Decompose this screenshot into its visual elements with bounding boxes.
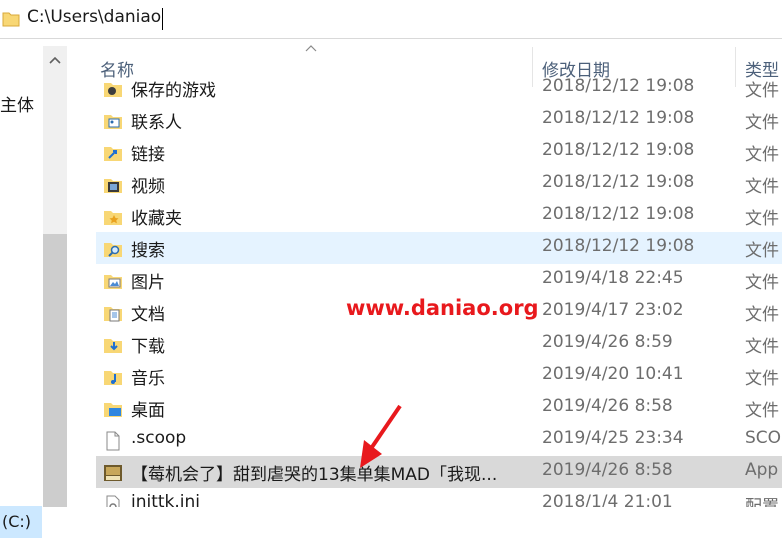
video-file-icon xyxy=(104,465,122,481)
file-name: 搜索 xyxy=(131,241,165,261)
ini-file-icon xyxy=(106,495,120,507)
list-item[interactable]: 视频 2018/12/12 19:08 文件 xyxy=(96,168,782,200)
file-name: 视频 xyxy=(131,177,165,197)
pictures-folder-icon xyxy=(104,275,122,289)
file-name: 图片 xyxy=(131,273,165,293)
file-type: 文件 xyxy=(745,337,779,357)
file-date: 2019/4/18 22:45 xyxy=(542,268,684,288)
list-item[interactable]: 搜索 2018/12/12 19:08 文件 xyxy=(96,232,782,264)
file-date: 2018/12/12 19:08 xyxy=(542,204,695,224)
file-type: App xyxy=(745,460,779,480)
file-date: 2019/4/20 10:41 xyxy=(542,364,684,384)
downloads-folder-icon xyxy=(104,339,122,353)
text-caret xyxy=(162,8,163,30)
saved-games-folder-icon xyxy=(104,83,122,97)
file-type: 文件 xyxy=(745,305,779,325)
searches-folder-icon xyxy=(104,243,122,257)
file-type: 文件 xyxy=(745,273,779,293)
file-type: 文件 xyxy=(745,401,779,421)
list-item[interactable]: 保存的游戏 2018/12/12 19:08 文件 xyxy=(96,72,782,104)
navigation-pane: 主体 (C:) xyxy=(0,39,70,538)
file-name: 文档 xyxy=(131,305,165,325)
file-date: 2018/12/12 19:08 xyxy=(542,108,695,128)
videos-folder-icon xyxy=(104,179,122,193)
list-item[interactable]: 收藏夹 2018/12/12 19:08 文件 xyxy=(96,200,782,232)
file-date: 2019/4/26 8:58 xyxy=(542,396,673,416)
file-icon xyxy=(106,431,120,451)
watermark-text: www.daniao.org xyxy=(346,296,539,320)
links-folder-icon xyxy=(104,147,122,161)
address-bar[interactable]: C:\Users\daniao xyxy=(0,0,782,39)
file-date: 2018/1/4 21:01 xyxy=(542,492,673,507)
file-name: 收藏夹 xyxy=(131,209,182,229)
documents-folder-icon xyxy=(104,307,122,322)
list-item[interactable]: 链接 2018/12/12 19:08 文件 xyxy=(96,136,782,168)
drive-label: (C:) xyxy=(2,512,32,531)
file-date: 2019/4/26 8:59 xyxy=(542,332,673,352)
red-arrow-icon xyxy=(360,404,402,468)
nav-item-drive-c[interactable]: (C:) xyxy=(0,506,42,538)
file-name: 联系人 xyxy=(131,113,182,133)
list-item[interactable]: 下载 2019/4/26 8:59 文件 xyxy=(96,328,782,360)
contacts-folder-icon xyxy=(104,115,122,129)
desktop-folder-icon xyxy=(104,403,122,417)
file-list: 保存的游戏 2018/12/12 19:08 文件 联系人 2018/12/12… xyxy=(96,72,782,507)
nav-item-label[interactable]: 主体 xyxy=(0,91,34,116)
scroll-up-icon[interactable] xyxy=(49,55,61,65)
list-item[interactable]: 音乐 2019/4/20 10:41 文件 xyxy=(96,360,782,392)
file-name: 音乐 xyxy=(131,369,165,389)
list-item[interactable]: 【莓机会了】甜到虐哭的13集单集MAD「我现... 2019/4/26 8:58… xyxy=(96,456,782,488)
file-name: 链接 xyxy=(131,145,165,165)
file-date: 2018/12/12 19:08 xyxy=(542,140,695,160)
nav-scrollbar-thumb[interactable] xyxy=(43,234,67,507)
file-type: 文件 xyxy=(745,145,779,165)
file-date: 2019/4/17 23:02 xyxy=(542,300,684,320)
list-item[interactable]: inittk.ini 2018/1/4 21:01 配置 xyxy=(96,488,782,507)
favorites-folder-icon xyxy=(104,211,122,225)
list-item[interactable]: 图片 2019/4/18 22:45 文件 xyxy=(96,264,782,296)
sort-ascending-icon xyxy=(305,45,317,52)
file-name: 【莓机会了】甜到虐哭的13集单集MAD「我现... xyxy=(131,465,498,485)
folder-icon xyxy=(2,12,20,27)
list-item[interactable]: 联系人 2018/12/12 19:08 文件 xyxy=(96,104,782,136)
file-type: 文件 xyxy=(745,369,779,389)
file-type: 文件 xyxy=(745,113,779,133)
file-name: inittk.ini xyxy=(131,492,201,507)
list-item[interactable]: .scoop 2019/4/25 23:34 SCO xyxy=(96,424,782,456)
file-name: 下载 xyxy=(131,337,165,357)
file-type: 文件 xyxy=(745,241,779,261)
file-name: 桌面 xyxy=(131,401,165,421)
file-name: .scoop xyxy=(131,428,187,448)
list-item[interactable]: 桌面 2019/4/26 8:58 文件 xyxy=(96,392,782,424)
file-type: SCO xyxy=(745,428,782,448)
file-type: 文件 xyxy=(745,81,779,101)
music-folder-icon xyxy=(104,371,122,385)
file-date: 2018/12/12 19:08 xyxy=(542,76,695,96)
file-date: 2019/4/25 23:34 xyxy=(542,428,684,448)
address-path[interactable]: C:\Users\daniao xyxy=(27,7,161,27)
file-type: 文件 xyxy=(745,177,779,197)
file-date: 2019/4/26 8:58 xyxy=(542,460,673,480)
file-date: 2018/12/12 19:08 xyxy=(542,172,695,192)
file-type: 文件 xyxy=(745,209,779,229)
file-type: 配置 xyxy=(745,497,779,507)
file-name: 保存的游戏 xyxy=(131,81,216,101)
file-date: 2018/12/12 19:08 xyxy=(542,236,695,256)
